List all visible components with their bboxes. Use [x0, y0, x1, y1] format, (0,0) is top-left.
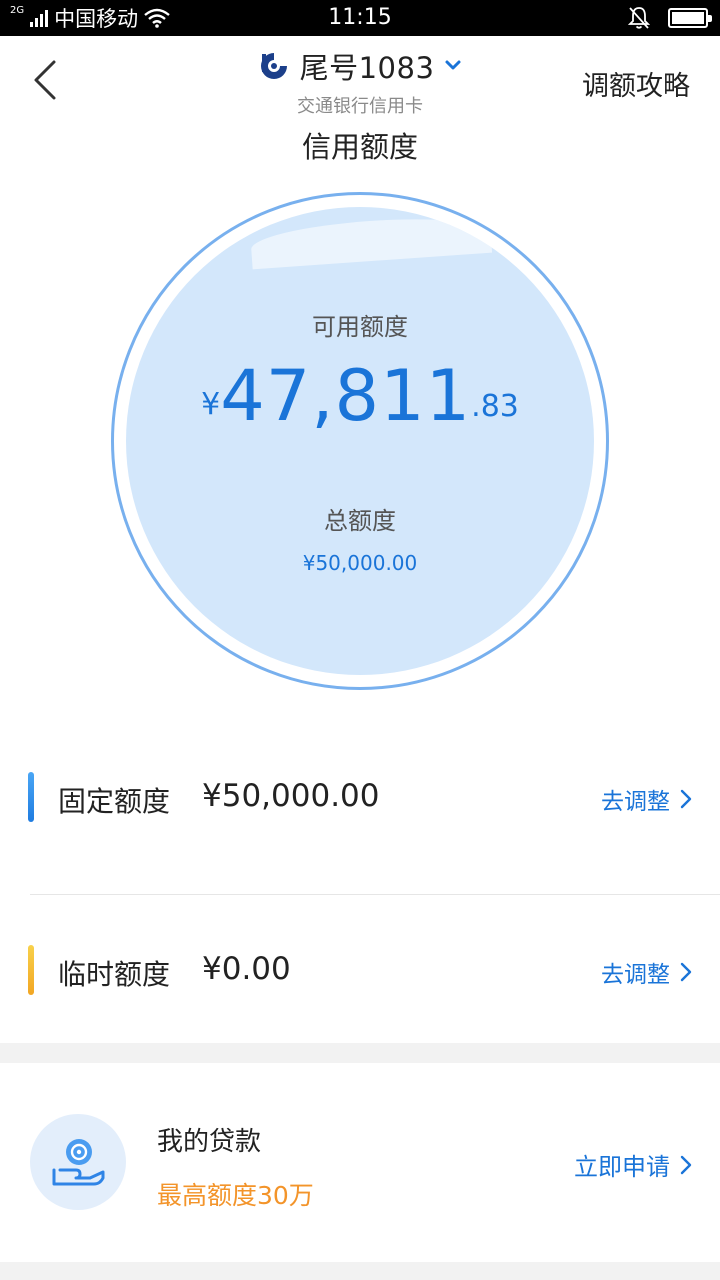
available-decimal: .83 — [471, 389, 519, 424]
currency-symbol: ¥ — [201, 387, 221, 422]
available-integer: 47,811 — [220, 355, 472, 437]
status-right — [628, 6, 712, 30]
credit-summary-circle: 可用额度 ¥47,811.83 总额度 ¥50,000.00 — [111, 192, 609, 690]
battery-icon — [668, 8, 712, 28]
temporary-limit-value: ¥0.00 — [202, 951, 291, 987]
temporary-limit-adjust-button[interactable]: 去调整 — [601, 955, 692, 989]
chevron-right-icon — [680, 1155, 692, 1174]
card-tail-number: 尾号1083 — [299, 51, 435, 85]
loan-title: 我的贷款 — [157, 1127, 262, 1157]
circle-gloss — [249, 212, 493, 270]
temporary-limit-accent-bar — [28, 945, 34, 995]
available-limit-label: 可用额度 — [312, 313, 408, 341]
limit-strategy-link[interactable]: 调额攻略 — [582, 64, 690, 103]
chevron-down-icon — [445, 60, 461, 70]
fixed-limit-label: 固定额度 — [58, 785, 171, 818]
credit-summary-fill: 可用额度 ¥47,811.83 总额度 ¥50,000.00 — [126, 207, 594, 675]
bank-logo-icon — [260, 53, 287, 79]
chevron-right-icon — [680, 789, 692, 809]
section-separator — [0, 1043, 720, 1063]
fixed-limit-value: ¥50,000.00 — [202, 778, 380, 814]
clock: 11:15 — [328, 5, 392, 30]
row-divider — [30, 894, 720, 895]
total-limit-label: 总额度 — [324, 507, 396, 535]
fixed-limit-adjust-button[interactable]: 去调整 — [601, 782, 692, 816]
loan-max-amount: 最高额度30万 — [157, 1181, 314, 1210]
temporary-limit-adjust-label: 去调整 — [601, 962, 670, 988]
apply-now-label: 立即申请 — [574, 1153, 670, 1181]
temporary-limit-row: 临时额度 ¥0.00 去调整 — [0, 931, 720, 1011]
fixed-limit-accent-bar — [28, 772, 34, 822]
fixed-limit-adjust-label: 去调整 — [601, 789, 670, 815]
loan-hand-coin-icon — [52, 1139, 105, 1186]
card-switch[interactable]: 尾号1083 — [258, 48, 463, 85]
status-bar: 2G 中国移动 11:15 — [0, 0, 720, 36]
chevron-right-icon — [680, 962, 692, 982]
loan-icon-badge — [30, 1114, 126, 1210]
page-title: 信用额度 — [301, 130, 418, 164]
temporary-limit-label: 临时额度 — [58, 958, 171, 991]
bottom-separator — [0, 1262, 720, 1280]
silent-bell-icon — [628, 7, 650, 29]
available-limit-amount: ¥47,811.83 — [126, 355, 594, 437]
total-limit-amount: ¥50,000.00 — [302, 551, 418, 575]
fixed-limit-row: 固定额度 ¥50,000.00 去调整 — [0, 758, 720, 838]
apply-now-button[interactable]: 立即申请 — [574, 1147, 692, 1182]
credit-limit-page: 2G 中国移动 11:15 尾号1083 交通银行信用卡 调额攻略 信用额度 可… — [0, 0, 720, 1280]
